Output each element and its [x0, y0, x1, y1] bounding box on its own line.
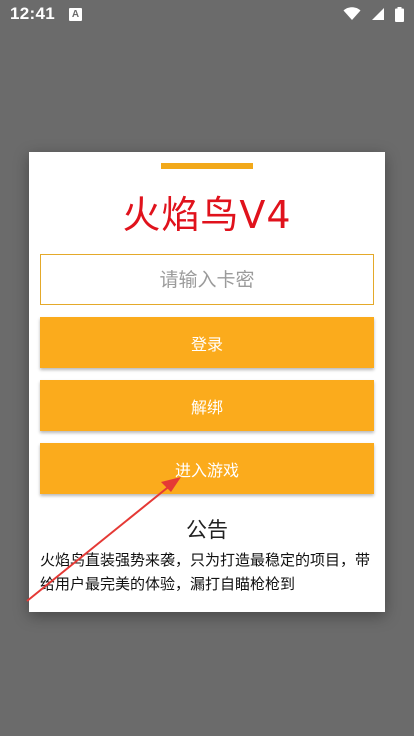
app-title: 火焰鸟V4: [122, 193, 292, 237]
unbind-button[interactable]: 解绑: [40, 380, 374, 431]
status-icons: [343, 6, 404, 22]
wifi-icon: [343, 7, 361, 20]
signal-icon: [372, 8, 384, 20]
enter-game-button[interactable]: 进入游戏: [40, 443, 374, 494]
battery-icon: [395, 6, 404, 22]
login-dialog: 火焰鸟V4 登录 解绑 进入游戏 公告 火焰鸟直装强势来袭，只为打造最稳定的项目…: [29, 152, 385, 612]
app-badge-icon: A: [68, 7, 82, 21]
notice-text[interactable]: 火焰鸟直装强势来袭，只为打造最稳定的项目，带给用户最完美的体验，漏打自瞄枪枪到: [40, 548, 376, 612]
card-key-input[interactable]: [40, 254, 374, 305]
login-button[interactable]: 登录: [40, 317, 374, 368]
status-time: 12:41: [10, 4, 55, 23]
title-accent-bar: [161, 163, 253, 169]
notice-title: 公告: [186, 518, 228, 542]
status-bar: 12:41 A: [0, 0, 414, 28]
